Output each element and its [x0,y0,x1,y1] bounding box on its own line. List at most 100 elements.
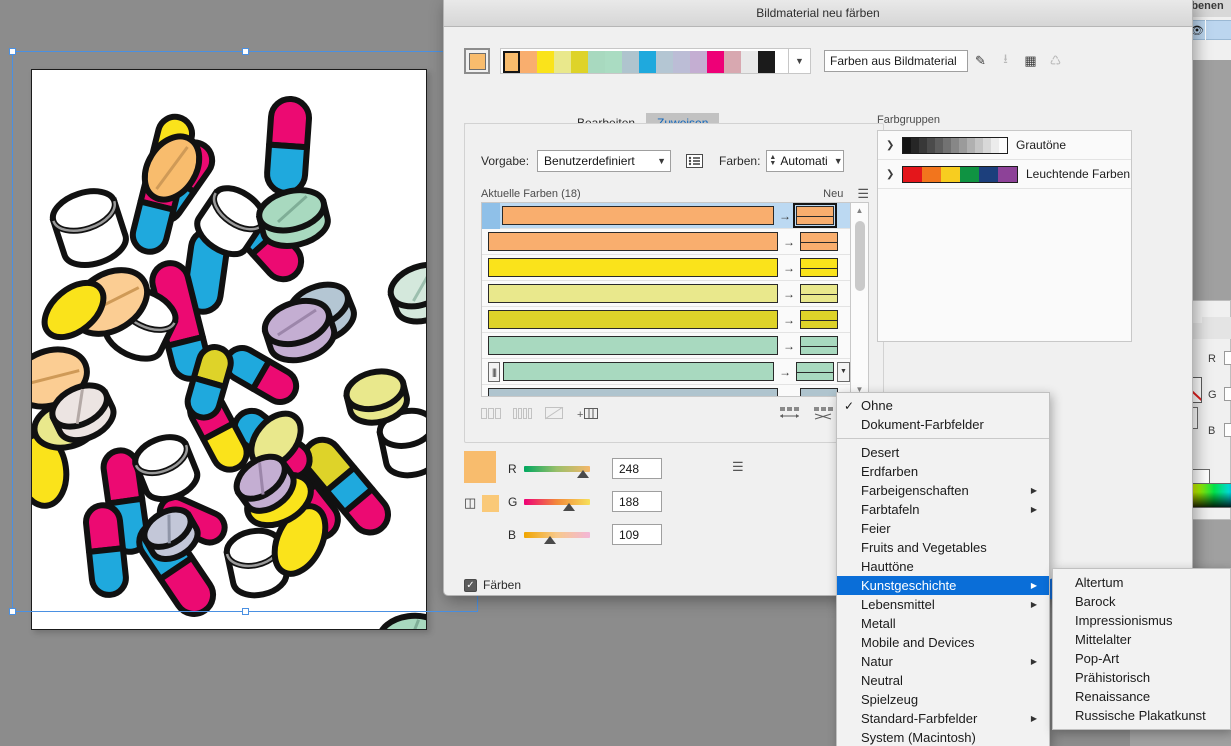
chevron-right-icon[interactable]: ❯ [886,169,902,180]
recolor-artwork-dialog[interactable]: Bildmaterial neu färben ▼ Farben aus Bil… [443,0,1193,600]
color-strip-swatch[interactable] [605,51,622,73]
row-drag-handle[interactable]: ||| [488,361,500,382]
separate-colors-icon[interactable] [481,407,501,420]
selection-handle-tl[interactable] [9,48,16,55]
slider-track[interactable] [524,465,590,478]
color-strip-swatch[interactable] [554,51,571,73]
active-color-group-swatch[interactable] [464,48,490,74]
color-panel-g-field[interactable] [1224,387,1231,401]
new-color-swatch[interactable] [800,388,838,396]
color-strip-swatch[interactable] [571,51,588,73]
menu-item[interactable]: Desert [837,443,1049,462]
submenu-item[interactable]: Altertum [1053,573,1230,592]
color-mode-menu-icon[interactable]: ☰ [732,459,744,475]
colors-count-select[interactable]: ▲ ▼ Automati ▼ [766,150,845,172]
selection-handle-tc[interactable] [242,48,249,55]
color-strip-swatch[interactable] [673,51,690,73]
color-list-scrollbar[interactable]: ▲ ▼ [851,202,869,397]
menu-item[interactable]: Lebensmittel ▶ [837,595,1049,614]
add-color-row-icon[interactable]: + [577,407,599,420]
color-panel-r-field[interactable] [1224,351,1231,365]
color-strip-swatches[interactable] [503,51,775,73]
slider-track[interactable] [524,498,590,511]
color-group-row[interactable]: ❯ Grautöne [878,131,1131,160]
preset-options-icon[interactable] [683,151,705,171]
current-color-bar[interactable] [488,284,778,303]
color-model-cube-icon[interactable]: ◫ [464,495,476,511]
submenu-item[interactable]: Mittelalter [1053,630,1230,649]
menu-item[interactable]: Feier [837,519,1049,538]
list-options-menu-icon[interactable]: ☰ [857,186,869,202]
delete-color-group-icon[interactable]: ♺ [1043,50,1068,72]
color-group-preview[interactable] [902,136,1008,154]
color-strip-swatch[interactable] [537,51,554,73]
color-groups-list[interactable]: ❯ Grautöne ❯ Leuchtende Farben [877,130,1132,342]
menu-item[interactable]: Fruits and Vegetables [837,538,1049,557]
submenu-item[interactable]: Russische Plakatkunst [1053,706,1230,725]
selection-handle-bl[interactable] [9,608,16,615]
slider-track[interactable] [524,531,590,544]
color-list-row[interactable]: → [482,255,850,281]
new-color-swatch[interactable] [793,203,837,228]
random-saturation-icon[interactable] [813,406,835,421]
color-strip-swatch[interactable] [741,51,758,73]
submenu-item[interactable]: Prähistorisch [1053,668,1230,687]
out-of-gamut-swatch[interactable] [482,495,499,512]
merge-colors-icon[interactable] [513,407,533,420]
color-strip-swatch[interactable] [639,51,656,73]
color-library-menu[interactable]: ✓ Ohne Dokument-Farbfelder Desert Erdfarben F… [836,392,1050,746]
menu-item[interactable]: Neutral [837,671,1049,690]
submenu-item[interactable]: Impressionismus [1053,611,1230,630]
scrollbar-thumb[interactable] [855,221,865,291]
menu-item[interactable]: Erdfarben [837,462,1049,481]
slider-value-field[interactable]: 188 [612,491,662,512]
menu-item[interactable]: Standard-Farbfelder ▶ [837,709,1049,728]
color-strip[interactable] [500,48,789,74]
submenu-item[interactable]: Pop-Art [1053,649,1230,668]
color-strip-swatch[interactable] [588,51,605,73]
preset-select[interactable]: Benutzerdefiniert ▼ [537,150,672,172]
color-list-row[interactable]: → [482,307,850,333]
color-strip-swatch[interactable] [690,51,707,73]
menu-item[interactable]: Metall [837,614,1049,633]
dialog-titlebar[interactable]: Bildmaterial neu färben [444,0,1192,27]
slider-row-r[interactable]: R 248 [508,458,662,479]
artboard[interactable] [31,69,427,630]
color-group-row[interactable]: ❯ Leuchtende Farben [878,160,1131,189]
color-group-preview[interactable] [902,165,1018,183]
recolor-checkbox-row[interactable]: ✓ Färben [464,578,521,592]
color-strip-swatch[interactable] [724,51,741,73]
submenu-item[interactable]: Barock [1053,592,1230,611]
current-color-preview[interactable] [464,451,496,483]
color-strip-swatch[interactable] [520,51,537,73]
eyedropper-icon[interactable]: ✎ [968,50,993,72]
new-color-swatch[interactable] [800,336,838,355]
submenu-item[interactable]: Renaissance [1053,687,1230,706]
stepper-icon[interactable]: ▲ ▼ [769,154,776,167]
slider-thumb[interactable] [562,502,575,511]
new-color-swatch[interactable] [800,284,838,303]
kunstgeschichte-submenu[interactable]: Altertum Barock Impressionismus Mittelalter… [1052,568,1231,730]
new-color-swatch[interactable] [796,362,835,381]
slider-thumb[interactable] [577,469,590,478]
recolor-checkbox[interactable]: ✓ [464,578,477,592]
menu-item[interactable]: Kunstgeschichte ▶ [837,576,1049,595]
color-panel-b-field[interactable] [1224,423,1231,437]
new-color-swatch[interactable] [800,310,838,329]
row-dropdown-icon[interactable]: ▼ [837,361,850,382]
menu-item[interactable]: Mobile and Devices [837,633,1049,652]
current-color-bar[interactable] [502,206,774,225]
color-list-row[interactable]: → [482,385,850,396]
current-color-bar[interactable] [488,258,778,277]
menu-item[interactable]: ✓ Ohne [837,396,1049,415]
menu-item[interactable]: Hauttöne [837,557,1049,576]
menu-item[interactable]: System (Macintosh) [837,728,1049,746]
current-color-bar[interactable] [488,336,778,355]
new-color-swatch[interactable] [800,258,838,277]
menu-item[interactable]: Farbtafeln ▶ [837,500,1049,519]
menu-item[interactable]: Dokument-Farbfelder [837,415,1049,434]
color-strip-swatch[interactable] [656,51,673,73]
color-list-row[interactable]: → [482,333,850,359]
color-strip-swatch[interactable] [707,51,724,73]
color-strip-swatch[interactable] [622,51,639,73]
